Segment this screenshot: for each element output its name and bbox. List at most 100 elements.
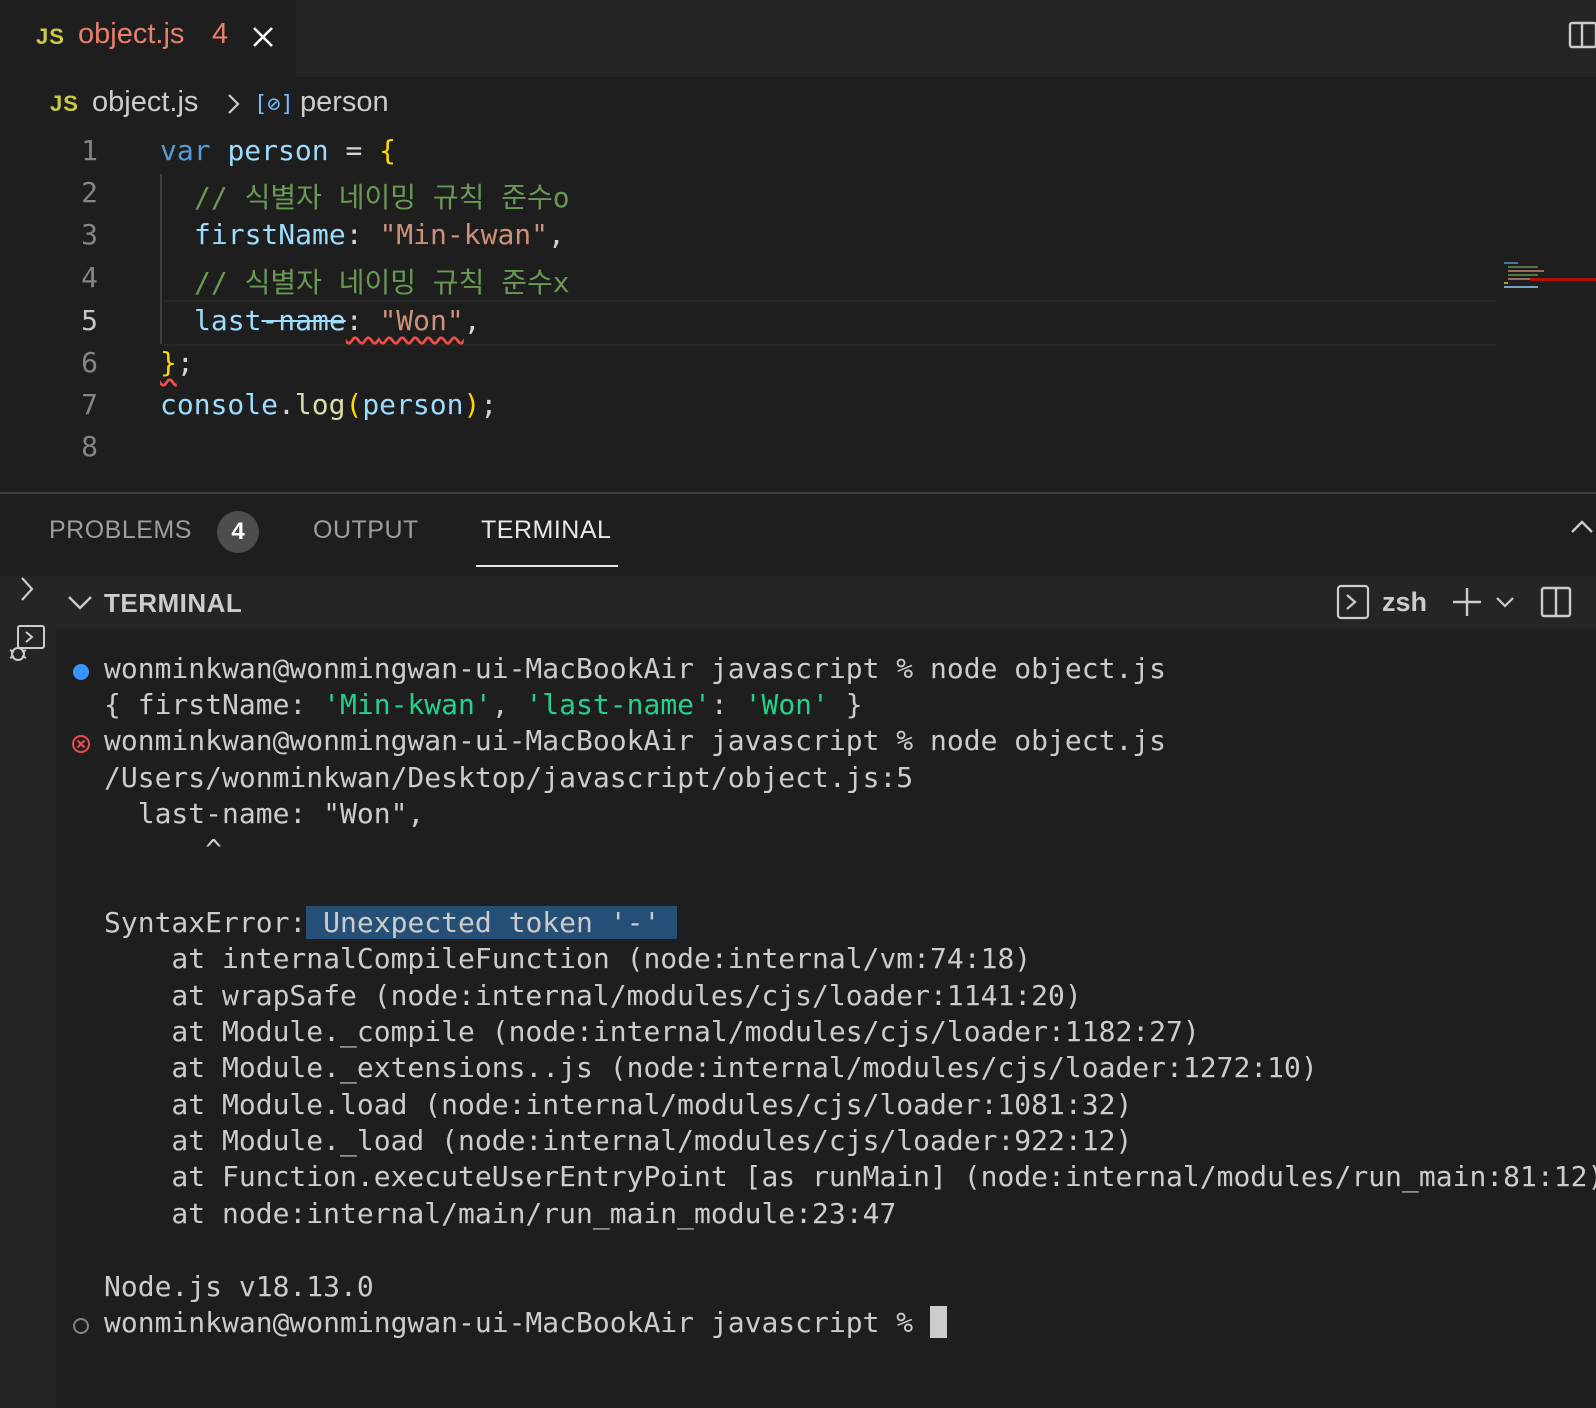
indent-guide	[160, 174, 162, 344]
javascript-file-icon: JS	[50, 91, 79, 116]
variable-symbol-icon: [⊘]	[254, 92, 294, 117]
debug-console-icon[interactable]	[6, 624, 48, 664]
comma: ,	[548, 218, 565, 251]
line-number: 8	[81, 430, 98, 463]
minimap[interactable]	[1500, 262, 1596, 292]
tab-problem-count: 4	[212, 18, 229, 50]
command-error-icon[interactable]	[71, 734, 91, 754]
problems-count-badge: 4	[217, 511, 259, 553]
terminal-prompt[interactable]: wonminkwan@wonmingwan-ui-MacBookAir java…	[104, 1306, 948, 1339]
line-number: 2	[81, 176, 98, 209]
command-idle-dot	[73, 1318, 89, 1334]
tab-output[interactable]: OUTPUT	[313, 516, 419, 545]
tab-filename: object.js	[78, 18, 185, 50]
terminal-shell-name[interactable]: zsh	[1382, 587, 1427, 618]
terminal-output[interactable]: wonminkwan@wonmingwan-ui-MacBookAir java…	[56, 630, 1596, 1408]
node-version: Node.js v18.13.0	[104, 1270, 374, 1303]
terminal-cursor	[930, 1306, 948, 1338]
terminal-line: { firstName: 'Min-kwan', 'last-name': 'W…	[104, 688, 863, 721]
terminal-line: SyntaxError: Unexpected token '-'	[104, 906, 678, 939]
paren: (	[345, 388, 363, 421]
plus-icon[interactable]	[1451, 586, 1483, 618]
property-key: last	[194, 304, 262, 337]
terminal-line: wonminkwan@wonmingwan-ui-MacBookAir java…	[104, 652, 1167, 685]
code-line-5: last-name: "Won",	[194, 304, 481, 337]
error-prefix: SyntaxError:	[104, 906, 307, 939]
colon: :	[345, 218, 380, 251]
terminal-line: wonminkwan@wonmingwan-ui-MacBookAir java…	[104, 724, 1167, 757]
property-key-deprecated: name	[278, 304, 346, 337]
tab-object-js[interactable]: JS object.js 4	[0, 0, 296, 77]
stack-line: at wrapSafe (node:internal/modules/cjs/l…	[104, 979, 1082, 1012]
keyword: var	[160, 134, 211, 167]
line-number-active: 5	[81, 304, 98, 337]
code-line-3: firstName: "Min-kwan",	[194, 218, 565, 251]
text: }	[828, 688, 863, 721]
error-token: -	[261, 304, 279, 337]
line-number: 1	[81, 134, 98, 167]
stack-line: at Function.executeUserEntryPoint [as ru…	[104, 1160, 1596, 1193]
stack-line: at Module._load (node:internal/modules/c…	[104, 1124, 1133, 1157]
tab-problems[interactable]: PROBLEMS	[49, 516, 192, 545]
stack-line: at node:internal/main/run_main_module:23…	[104, 1197, 897, 1230]
tab-terminal[interactable]: TERMINAL	[481, 516, 611, 545]
string: 'Won'	[744, 688, 829, 721]
terminal-line: /Users/wonminkwan/Desktop/javascript/obj…	[104, 761, 914, 794]
string: 'last-name'	[525, 688, 711, 721]
line-number: 7	[81, 388, 98, 421]
code-line-6: };	[160, 346, 194, 379]
line-number: 4	[81, 261, 98, 294]
chevron-down-icon[interactable]	[66, 590, 94, 616]
identifier: person	[227, 134, 329, 167]
command-success-dot[interactable]	[73, 664, 89, 680]
dot: .	[278, 388, 295, 421]
string: 'Min-kwan'	[323, 688, 492, 721]
terminal-line: last-name: "Won",	[104, 797, 425, 830]
terminal-line: ^	[104, 833, 223, 866]
breadcrumb-symbol[interactable]: person	[300, 86, 389, 119]
property-key: firstName	[194, 218, 346, 251]
line-number: 6	[81, 346, 98, 379]
comma: ,	[463, 304, 481, 337]
semicolon: ;	[176, 346, 194, 379]
text: :	[710, 688, 745, 721]
terminal-side-strip	[0, 576, 57, 1408]
terminal-section-title: TERMINAL	[104, 588, 243, 618]
stack-line: at Module._compile (node:internal/module…	[104, 1015, 1200, 1048]
stack-line: at internalCompileFunction (node:interna…	[104, 942, 1032, 975]
comment: // 식별자 네이밍 규칙 준수x	[194, 266, 570, 299]
text: { firstName:	[104, 688, 324, 721]
text: ,	[491, 688, 526, 721]
paren: )	[463, 388, 481, 421]
code-editor[interactable]: 1 2 3 4 5 6 7 8 var person = { // 식별자 네이…	[0, 132, 1596, 492]
chevron-right-icon[interactable]	[16, 576, 40, 604]
panel-tab-bar: PROBLEMS 4 OUTPUT TERMINAL	[0, 494, 1596, 576]
breadcrumb: JS object.js [⊘] person	[0, 77, 1596, 132]
semicolon: ;	[480, 388, 498, 421]
active-tab-indicator	[476, 565, 618, 567]
function-name: log	[294, 388, 346, 421]
prompt-text: wonminkwan@wonmingwan-ui-MacBookAir java…	[104, 1306, 931, 1339]
terminal-header: TERMINAL zsh	[56, 576, 1596, 630]
split-editor-icon[interactable]	[1568, 20, 1596, 50]
brace-error: }	[160, 346, 177, 379]
terminal-shell-icon	[1336, 584, 1370, 620]
brace: {	[379, 134, 397, 167]
colon-error: :	[345, 304, 380, 337]
line-number: 3	[81, 218, 98, 251]
stack-line: at Module.load (node:internal/modules/cj…	[104, 1088, 1133, 1121]
selected-text: Unexpected token '-'	[306, 906, 678, 939]
code-line-1: var person = {	[160, 134, 396, 167]
code-line-7: console.log(person);	[160, 388, 497, 421]
close-icon[interactable]	[248, 20, 278, 54]
comment: // 식별자 네이밍 규칙 준수o	[194, 181, 570, 214]
stack-line: at Module._extensions..js (node:internal…	[104, 1051, 1318, 1084]
editor-tab-bar: JS object.js 4	[0, 0, 1596, 77]
string-value: "Min-kwan"	[379, 218, 549, 251]
split-terminal-icon[interactable]	[1540, 586, 1572, 618]
chevron-up-icon[interactable]	[1568, 512, 1596, 542]
chevron-down-icon[interactable]	[1494, 592, 1516, 612]
code-line-4: // 식별자 네이밍 규칙 준수x	[194, 261, 570, 301]
code-line-2: // 식별자 네이밍 규칙 준수o	[194, 176, 570, 216]
breadcrumb-file[interactable]: object.js	[92, 86, 198, 119]
